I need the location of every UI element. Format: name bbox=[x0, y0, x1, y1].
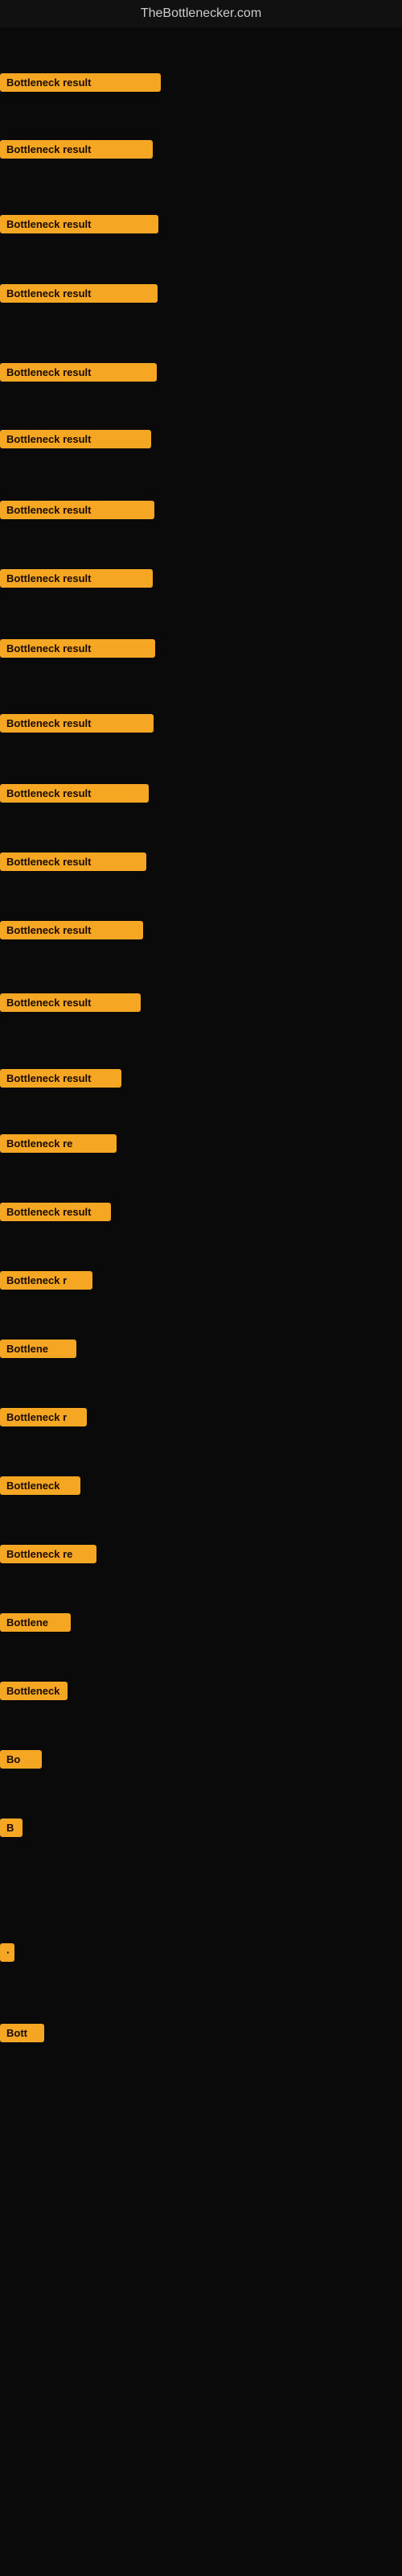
bottleneck-badge[interactable]: Bottleneck result bbox=[0, 284, 158, 303]
bottleneck-result-item: Bottleneck result bbox=[0, 852, 146, 875]
bottleneck-result-item: Bottleneck result bbox=[0, 714, 154, 737]
bottleneck-badge[interactable]: Bottleneck result bbox=[0, 1203, 111, 1221]
bottleneck-result-item: · bbox=[0, 1943, 14, 1966]
bottleneck-badge[interactable]: B bbox=[0, 1818, 23, 1837]
bottleneck-result-item: Bottleneck result bbox=[0, 1203, 111, 1225]
bottleneck-badge[interactable]: Bottlene bbox=[0, 1340, 76, 1358]
bottleneck-result-item: Bottleneck result bbox=[0, 73, 161, 96]
bottleneck-badge[interactable]: Bottleneck r bbox=[0, 1408, 87, 1426]
bottleneck-badge[interactable]: Bottleneck result bbox=[0, 852, 146, 871]
bottleneck-badge[interactable]: Bottleneck result bbox=[0, 784, 149, 803]
bottleneck-result-item: Bottleneck result bbox=[0, 363, 157, 386]
bottleneck-badge[interactable]: Bott bbox=[0, 2024, 44, 2042]
bottleneck-badge[interactable]: Bo bbox=[0, 1750, 42, 1769]
bottleneck-result-item: Bo bbox=[0, 1750, 42, 1773]
bottleneck-badge[interactable]: · bbox=[0, 1943, 14, 1962]
bottleneck-result-item: Bottleneck r bbox=[0, 1408, 87, 1430]
bottleneck-badge[interactable]: Bottleneck bbox=[0, 1682, 68, 1700]
bottleneck-result-item: Bottleneck re bbox=[0, 1545, 96, 1567]
bottleneck-result-item: Bottleneck re bbox=[0, 1134, 117, 1157]
bottleneck-badge[interactable]: Bottleneck bbox=[0, 1476, 80, 1495]
bottleneck-badge[interactable]: Bottleneck result bbox=[0, 430, 151, 448]
bottleneck-result-item: Bottleneck result bbox=[0, 1069, 121, 1092]
bottleneck-badge[interactable]: Bottleneck r bbox=[0, 1271, 92, 1290]
bottleneck-badge[interactable]: Bottleneck result bbox=[0, 140, 153, 159]
bottleneck-result-item: Bottlene bbox=[0, 1613, 71, 1636]
bottleneck-badge[interactable]: Bottleneck result bbox=[0, 921, 143, 939]
bottleneck-badge[interactable]: Bottleneck result bbox=[0, 215, 158, 233]
bottleneck-result-item: Bottleneck result bbox=[0, 215, 158, 237]
bottleneck-result-item: Bottleneck result bbox=[0, 284, 158, 307]
bottleneck-result-item: Bottleneck bbox=[0, 1476, 80, 1499]
bottleneck-result-item: Bottlene bbox=[0, 1340, 76, 1362]
bottleneck-result-item: Bottleneck result bbox=[0, 993, 141, 1016]
bottleneck-badge[interactable]: Bottleneck result bbox=[0, 993, 141, 1012]
bottleneck-result-item: Bottleneck result bbox=[0, 430, 151, 452]
bottleneck-result-item: B bbox=[0, 1818, 23, 1841]
bottleneck-badge[interactable]: Bottleneck re bbox=[0, 1545, 96, 1563]
bottleneck-result-item: Bott bbox=[0, 2024, 44, 2046]
bottleneck-badge[interactable]: Bottleneck result bbox=[0, 1069, 121, 1088]
bottleneck-result-item: Bottleneck result bbox=[0, 784, 149, 807]
bottleneck-badge[interactable]: Bottleneck result bbox=[0, 569, 153, 588]
bottleneck-result-item: Bottleneck result bbox=[0, 569, 153, 592]
bottleneck-badge[interactable]: Bottleneck result bbox=[0, 73, 161, 92]
bottleneck-badge[interactable]: Bottleneck result bbox=[0, 501, 154, 519]
bottleneck-result-item: Bottleneck r bbox=[0, 1271, 92, 1294]
bottleneck-badge[interactable]: Bottleneck re bbox=[0, 1134, 117, 1153]
bottleneck-badge[interactable]: Bottlene bbox=[0, 1613, 71, 1632]
bottleneck-result-item: Bottleneck bbox=[0, 1682, 68, 1704]
bottleneck-badge[interactable]: Bottleneck result bbox=[0, 639, 155, 658]
bottleneck-result-item: Bottleneck result bbox=[0, 921, 143, 943]
bottleneck-badge[interactable]: Bottleneck result bbox=[0, 714, 154, 733]
bottleneck-badge[interactable]: Bottleneck result bbox=[0, 363, 157, 382]
bottleneck-result-item: Bottleneck result bbox=[0, 501, 154, 523]
bottleneck-result-item: Bottleneck result bbox=[0, 140, 153, 163]
site-title: TheBottlenecker.com bbox=[0, 0, 402, 27]
bottleneck-result-item: Bottleneck result bbox=[0, 639, 155, 662]
